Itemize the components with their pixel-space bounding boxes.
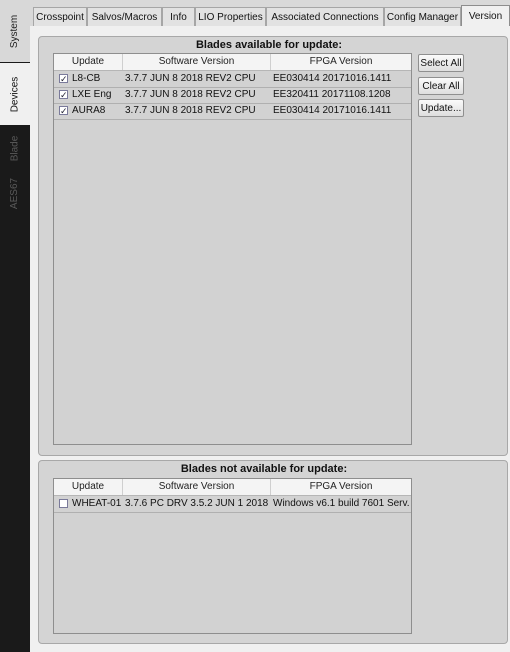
version-panel: Blades available for update: Update Soft… [30, 26, 510, 652]
update-checkbox[interactable]: ✓ [59, 74, 68, 84]
tab-salvos-macros[interactable]: Salvos/Macros [87, 7, 162, 26]
side-tab-aes67[interactable]: AES67 [0, 170, 30, 216]
unavailable-blades-title: Blades not available for update: [180, 463, 348, 475]
tab-lio-properties-label: LIO Properties [198, 12, 263, 23]
available-blades-table[interactable]: Update Software Version FPGA Version ✓ L… [53, 53, 412, 445]
column-header-fpga-version[interactable]: FPGA Version [271, 479, 411, 495]
tab-info[interactable]: Info [162, 7, 195, 26]
tab-version[interactable]: Version [461, 5, 510, 27]
update-checkbox[interactable]: ✓ [59, 106, 68, 116]
top-tab-bar: Crosspoint Salvos/Macros Info LIO Proper… [30, 0, 510, 27]
side-tab-blade[interactable]: Blade [0, 128, 30, 168]
fpga-version: EE320411 20171108.1208 [273, 89, 391, 100]
fpga-version: EE030414 20171016.1411 [273, 73, 392, 84]
side-tab-strip: System Devices Blade AES67 [0, 0, 31, 652]
side-tab-devices[interactable]: Devices [0, 63, 30, 125]
software-version: 3.7.7 JUN 8 2018 REV2 CPU [125, 73, 256, 84]
table-row[interactable]: WHEAT-01 3.7.6 PC DRV 3.5.2 JUN 1 2018 W… [54, 496, 411, 513]
blade-name: AURA8 [72, 105, 106, 116]
check-mark-icon: ✓ [60, 74, 68, 84]
update-checkbox[interactable] [59, 499, 68, 508]
table-row[interactable]: ✓ LXE Eng 3.7.7 JUN 8 2018 REV2 CPU EE32… [54, 87, 411, 104]
tab-lio-properties[interactable]: LIO Properties [195, 7, 266, 26]
column-header-update[interactable]: Update [54, 479, 123, 495]
unavailable-blades-group: Blades not available for update: Update … [38, 460, 508, 644]
check-mark-icon: ✓ [60, 106, 68, 116]
side-tab-system-label: System [9, 14, 21, 48]
side-tab-blade-label: Blade [9, 135, 21, 161]
tab-config-manager-label: Config Manager [386, 12, 459, 23]
side-tab-system[interactable]: System [0, 0, 31, 62]
unavailable-blades-table[interactable]: Update Software Version FPGA Version WHE… [53, 478, 412, 634]
side-tab-devices-label: Devices [9, 76, 21, 112]
blade-name: WHEAT-01 [72, 498, 122, 509]
fpga-version: Windows v6.1 build 7601 Serv... [273, 498, 409, 509]
software-version: 3.7.6 PC DRV 3.5.2 JUN 1 2018 [125, 498, 269, 509]
column-header-fpga-version[interactable]: FPGA Version [271, 54, 411, 70]
tab-version-label: Version [468, 11, 503, 22]
blade-name: LXE Eng [72, 89, 112, 100]
tab-salvos-macros-label: Salvos/Macros [91, 12, 158, 23]
tab-associated-connections-label: Associated Connections [271, 12, 379, 23]
tab-associated-connections[interactable]: Associated Connections [266, 7, 384, 26]
column-header-update[interactable]: Update [54, 54, 123, 70]
select-all-button[interactable]: Select All [418, 54, 464, 72]
software-version: 3.7.7 JUN 8 2018 REV2 CPU [125, 89, 256, 100]
clear-all-button[interactable]: Clear All [418, 77, 464, 95]
available-blades-group: Blades available for update: Update Soft… [38, 36, 508, 456]
side-tab-aes67-label: AES67 [9, 177, 21, 209]
table-row[interactable]: ✓ L8-CB 3.7.7 JUN 8 2018 REV2 CPU EE0304… [54, 71, 411, 88]
update-checkbox[interactable]: ✓ [59, 90, 68, 100]
blade-name: L8-CB [72, 73, 101, 84]
tab-crosspoint-label: Crosspoint [36, 12, 84, 23]
tab-config-manager[interactable]: Config Manager [384, 7, 461, 26]
column-header-software-version[interactable]: Software Version [123, 54, 271, 70]
check-mark-icon: ✓ [60, 90, 68, 100]
tab-crosspoint[interactable]: Crosspoint [33, 7, 87, 26]
available-blades-title: Blades available for update: [195, 39, 343, 51]
fpga-version: EE030414 20171016.1411 [273, 105, 392, 116]
unavailable-table-header: Update Software Version FPGA Version [54, 479, 411, 496]
table-row[interactable]: ✓ AURA8 3.7.7 JUN 8 2018 REV2 CPU EE0304… [54, 103, 411, 120]
update-button[interactable]: Update... [418, 99, 464, 117]
available-table-header: Update Software Version FPGA Version [54, 54, 411, 71]
tab-info-label: Info [170, 12, 187, 23]
column-header-software-version[interactable]: Software Version [123, 479, 271, 495]
software-version: 3.7.7 JUN 8 2018 REV2 CPU [125, 105, 256, 116]
